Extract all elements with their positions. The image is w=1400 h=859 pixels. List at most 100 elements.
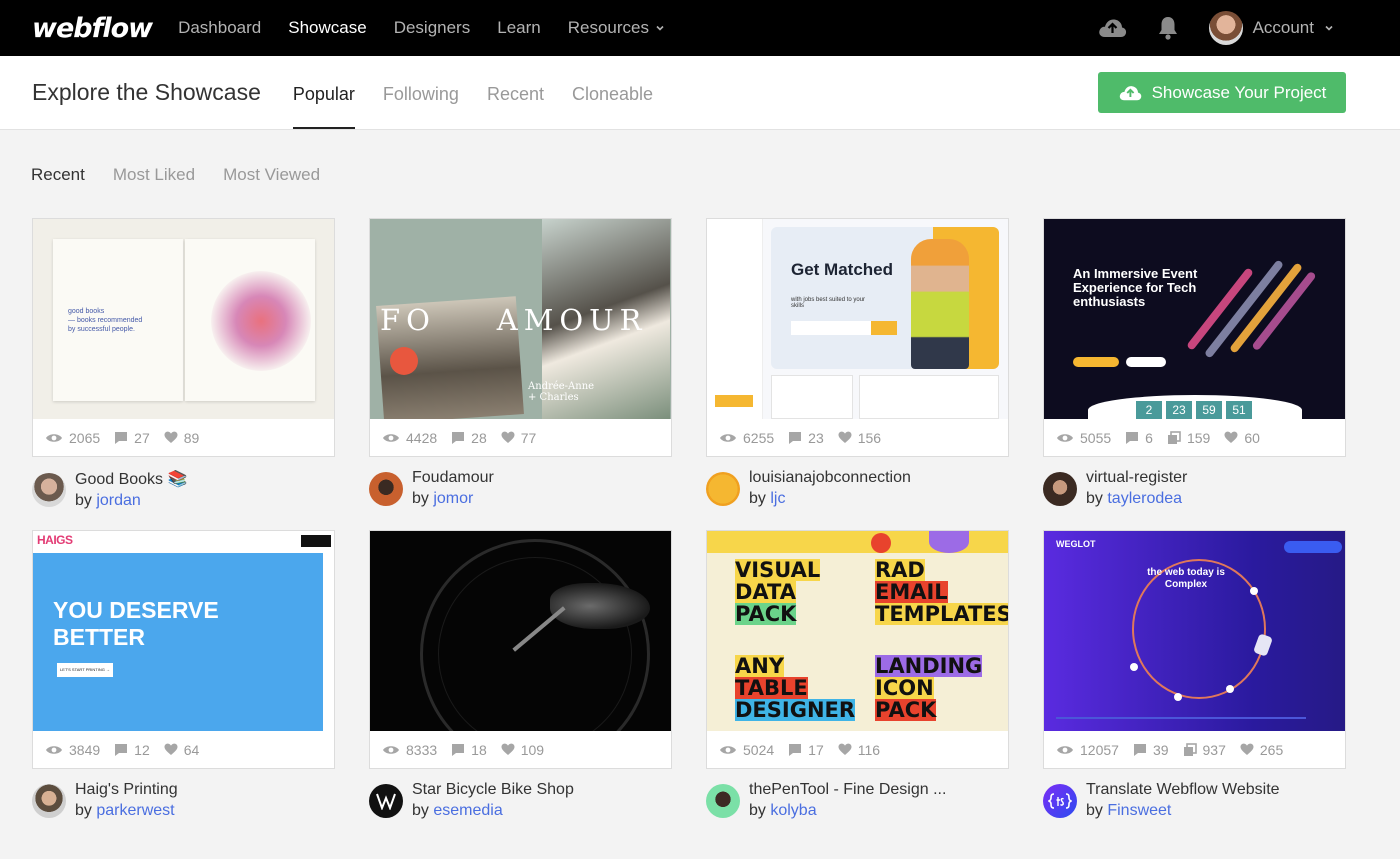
webflow-logo[interactable]: webflow	[32, 13, 153, 44]
project-card: Get Matched with jobs best suited to you…	[706, 218, 1009, 510]
sort-most-liked[interactable]: Most Liked	[113, 165, 195, 218]
project-name[interactable]: thePenTool - Fine Design ...	[749, 781, 946, 799]
eye-icon	[720, 433, 736, 442]
project-thumbnail[interactable]: VISUAL DATA PACK RAD EMAIL TEMPLATES ANY…	[707, 531, 1008, 731]
project-thumbnail[interactable]: Get Matched with jobs best suited to you…	[707, 219, 1008, 419]
avatar[interactable]	[32, 472, 66, 507]
views-stat: 6255	[719, 430, 774, 446]
author-link[interactable]: jordan	[96, 492, 140, 509]
tab-popular[interactable]: Popular	[292, 56, 355, 129]
likes-stat: 156	[838, 430, 881, 446]
upload-cloud-icon	[1119, 85, 1141, 100]
comments-stat: 28	[451, 430, 487, 446]
eye-icon	[1057, 433, 1073, 442]
comments-stat: 27	[114, 430, 150, 446]
author-link[interactable]: kolyba	[770, 802, 816, 819]
thumbnail-word: ANY	[735, 654, 785, 678]
thumbnail-word: EMAIL	[875, 580, 948, 604]
project-thumbnail[interactable]: FO AMOUR Andrée-Anne + Charles	[370, 219, 671, 419]
project-name[interactable]: virtual-register	[1086, 469, 1187, 487]
nav-right: Account	[1097, 11, 1368, 45]
avatar[interactable]	[369, 471, 403, 506]
sort-most-viewed[interactable]: Most Viewed	[223, 165, 320, 218]
project-name[interactable]: Star Bicycle Bike Shop	[412, 781, 574, 799]
author-link[interactable]: ljc	[770, 490, 785, 507]
project-name[interactable]: Haig's Printing	[75, 781, 178, 799]
sort-recent[interactable]: Recent	[31, 165, 85, 218]
project-stats: 12057 39 937 265	[1044, 731, 1345, 768]
project-card: FO AMOUR Andrée-Anne + Charles 4428 28 7…	[369, 218, 672, 510]
thumbnail-word: DATA	[735, 580, 797, 604]
project-card: VISUAL DATA PACK RAD EMAIL TEMPLATES ANY…	[706, 530, 1009, 820]
account-menu[interactable]: Account	[1208, 11, 1334, 45]
thumbnail-headline: YOU DESERVE BETTER	[53, 597, 219, 650]
thumbnail-word: PACK	[875, 698, 937, 722]
countdown-seconds: 51	[1226, 401, 1252, 419]
comments-stat: 39	[1133, 742, 1169, 758]
nav-designers[interactable]: Designers	[394, 18, 471, 38]
views-stat: 8333	[382, 742, 437, 758]
nav-learn[interactable]: Learn	[497, 18, 540, 38]
thumbnail-headline: Get Matched	[791, 260, 894, 279]
thumbnail-text: good books — books recommended by succes…	[68, 308, 143, 333]
top-nav: webflow Dashboard Showcase Designers Lea…	[0, 0, 1400, 56]
eye-icon	[1057, 745, 1073, 754]
showcase-button-label: Showcase Your Project	[1151, 82, 1327, 102]
tab-recent[interactable]: Recent	[487, 56, 544, 129]
author-link[interactable]: Finsweet	[1107, 802, 1171, 819]
avatar[interactable]	[706, 471, 740, 506]
project-stats: 3849 12 64	[33, 731, 334, 768]
project-name[interactable]: louisianajobconnection	[749, 469, 911, 487]
project-stats: 8333 18 109	[370, 731, 671, 768]
author-link[interactable]: esemedia	[433, 802, 502, 819]
project-thumbnail[interactable]: WEGLOT the web today is Complex	[1044, 531, 1345, 731]
avatar[interactable]	[1043, 471, 1077, 506]
avatar[interactable]	[706, 783, 740, 818]
thumbnail-word: LANDING	[875, 654, 983, 678]
project-thumbnail[interactable]: good books — books recommended by succes…	[33, 219, 334, 419]
sort-options: Recent Most Liked Most Viewed	[0, 130, 1400, 218]
project-name[interactable]: Translate Webflow Website	[1086, 781, 1280, 799]
avatar[interactable]	[32, 783, 66, 818]
project-grid: good books — books recommended by succes…	[0, 218, 1400, 820]
project-thumbnail[interactable]: HAIGS YOU DESERVE BETTER LET'S START PRI…	[33, 531, 334, 731]
page-title: Explore the Showcase	[32, 79, 261, 105]
account-label: Account	[1252, 18, 1314, 37]
views-stat: 3849	[45, 742, 100, 758]
thumbnail-word: RAD	[875, 558, 925, 582]
upload-cloud-icon[interactable]	[1097, 13, 1127, 43]
likes-stat: 64	[164, 742, 199, 758]
nav-dashboard[interactable]: Dashboard	[178, 18, 261, 38]
project-thumbnail[interactable]: An Immersive Event Experience for Tech e…	[1044, 219, 1345, 419]
bell-icon[interactable]	[1153, 13, 1183, 43]
project-name[interactable]: Good Books 📚	[75, 469, 187, 489]
showcase-your-project-button[interactable]: Showcase Your Project	[1098, 72, 1346, 113]
comments-stat: 18	[451, 742, 487, 758]
author-link[interactable]: taylerodea	[1107, 490, 1182, 507]
nav-resources[interactable]: Resources	[568, 18, 665, 38]
tab-following[interactable]: Following	[383, 56, 459, 129]
clone-icon	[1183, 742, 1197, 756]
clones-stat: 937	[1183, 742, 1226, 758]
clone-icon	[1167, 430, 1181, 444]
chevron-down-icon	[656, 25, 664, 31]
author-link[interactable]: jomor	[433, 490, 473, 507]
comment-icon	[1126, 431, 1139, 444]
project-stats: 2065 27 89	[33, 419, 334, 456]
eye-icon	[720, 745, 736, 754]
avatar[interactable]	[1043, 783, 1077, 818]
project-card: HAIGS YOU DESERVE BETTER LET'S START PRI…	[32, 530, 335, 820]
project-thumbnail[interactable]	[370, 531, 671, 731]
tab-cloneable[interactable]: Cloneable	[572, 56, 653, 129]
author-link[interactable]: parkerwest	[96, 802, 174, 819]
project-name[interactable]: Foudamour	[412, 469, 494, 487]
thumbnail-logo: WEGLOT	[1056, 539, 1096, 549]
comment-icon	[115, 431, 128, 444]
esemedia-logo-icon	[376, 793, 396, 810]
thumbnail-word: DESIGNER	[735, 698, 856, 722]
nav-showcase[interactable]: Showcase	[288, 18, 366, 38]
project-card: good books — books recommended by succes…	[32, 218, 335, 510]
project-stats: 4428 28 77	[370, 419, 671, 456]
avatar[interactable]	[369, 783, 403, 818]
thumbnail-button: LET'S START PRINTING →	[57, 663, 113, 677]
